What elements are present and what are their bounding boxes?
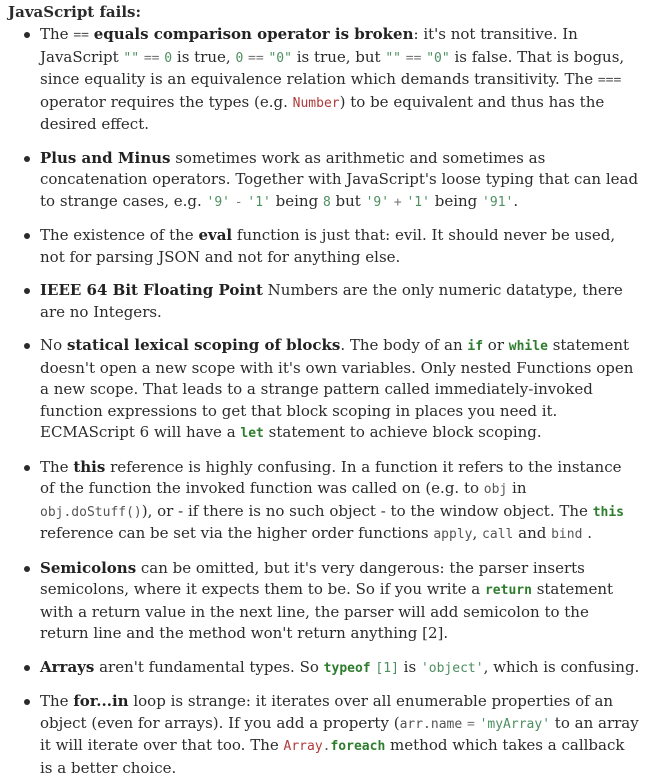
text-run: statement to achieve block scoping. (263, 423, 542, 441)
text-run: ), or - if there is no such object - to … (141, 501, 593, 520)
list-item: The == equals comparison operator is bro… (24, 24, 648, 136)
list-item: The this reference is highly confusing. … (24, 457, 648, 546)
code-number: 8 (322, 194, 331, 210)
inline-code: call (482, 527, 514, 542)
text-run: in (507, 479, 527, 497)
bold-term: Arrays (40, 657, 95, 676)
inline-code: == (73, 28, 89, 43)
list-item: The existence of the eval function is ju… (24, 225, 648, 268)
inline-code: apply (433, 527, 473, 542)
bold-term: Plus and Minus (40, 148, 171, 167)
bold-term: equals comparison operator is broken (93, 25, 414, 43)
code-operator: + (393, 194, 402, 210)
list-item: Plus and Minus sometimes work as arithme… (24, 148, 648, 214)
code-string: 'object' (420, 660, 484, 676)
bold-term: for...in (73, 692, 129, 710)
text-run: is true, but (291, 47, 386, 66)
text-run: The (40, 25, 74, 43)
code-keyword: let (240, 426, 264, 441)
code-operator: == (143, 50, 160, 66)
code-keyword: return (484, 583, 532, 598)
inline-code: bind (551, 527, 583, 542)
list-item: The for...in loop is strange: it iterate… (24, 691, 648, 779)
code-string: "" (123, 50, 140, 66)
code-type: Number (292, 95, 340, 111)
bold-term: statical lexical scoping of blocks (66, 336, 341, 354)
code-operator: == (405, 50, 422, 66)
text-run: is true, (172, 47, 236, 66)
section-heading: JavaScript fails: (8, 3, 142, 21)
text-run: reference can be set via the higher orde… (40, 524, 434, 542)
code-string: '9' (365, 194, 390, 210)
fails-list: The == equals comparison operator is bro… (8, 24, 648, 779)
bold-term: this (73, 457, 106, 476)
code-keyword: this (592, 504, 624, 520)
inline-code: obj.doStuff() (40, 504, 142, 520)
inline-code: . (322, 739, 331, 754)
code-string: '9' (206, 194, 230, 210)
code-string: '1' (247, 194, 271, 210)
text-run: reference is highly confusing. In a func… (40, 457, 622, 498)
code-string: '91' (482, 194, 514, 210)
text-run: The (40, 457, 74, 476)
text-run: and (513, 524, 552, 542)
text-run: . (513, 191, 519, 210)
inline-code: arr.name (399, 716, 463, 732)
text-run: aren't fundamental types. So (94, 657, 324, 676)
text-run: , (472, 524, 483, 542)
text-run: operator requires the types (e.g. (40, 92, 293, 111)
list-item: Arrays aren't fundamental types. So type… (24, 657, 648, 680)
code-keyword: typeof (323, 660, 371, 676)
code-string: "0" (268, 50, 292, 66)
inline-code: === (597, 73, 622, 88)
code-operator: == (248, 50, 264, 66)
text-run: No (40, 336, 67, 354)
text-run: being (429, 191, 483, 210)
text-run: but (330, 191, 366, 210)
code-operator: = (466, 716, 475, 732)
text-run: The existence of the (40, 226, 199, 244)
code-number: [1] (375, 660, 399, 676)
text-run: The (40, 692, 74, 710)
code-operator: - (234, 194, 243, 210)
code-number: 0 (164, 50, 173, 66)
text-run: . (582, 524, 592, 542)
code-string: 'myArray' (479, 716, 551, 732)
text-run: . The body of an (340, 336, 468, 354)
text-run: or (483, 336, 509, 354)
code-string: "" (385, 50, 401, 66)
list-item: IEEE 64 Bit Floating Point Numbers are t… (24, 280, 648, 323)
code-keyword: foreach (330, 739, 386, 754)
list-item: No statical lexical scoping of blocks. T… (24, 335, 648, 445)
text-run: is (398, 657, 421, 676)
text-run: being (270, 191, 323, 210)
text-run: , which is confusing. (483, 657, 640, 676)
inline-code: obj (483, 482, 508, 497)
code-type: Array (283, 739, 323, 754)
code-keyword: while (508, 339, 548, 354)
list-item: Semicolons can be omitted, but it's very… (24, 558, 648, 645)
bold-term: IEEE 64 Bit Floating Point (40, 281, 263, 299)
code-keyword: if (467, 339, 484, 354)
code-string: '1' (406, 194, 430, 210)
code-string: "0" (426, 50, 450, 66)
document: JavaScript fails: The == equals comparis… (0, 0, 656, 779)
bold-term: eval (198, 226, 233, 244)
bold-term: Semicolons (40, 558, 137, 577)
